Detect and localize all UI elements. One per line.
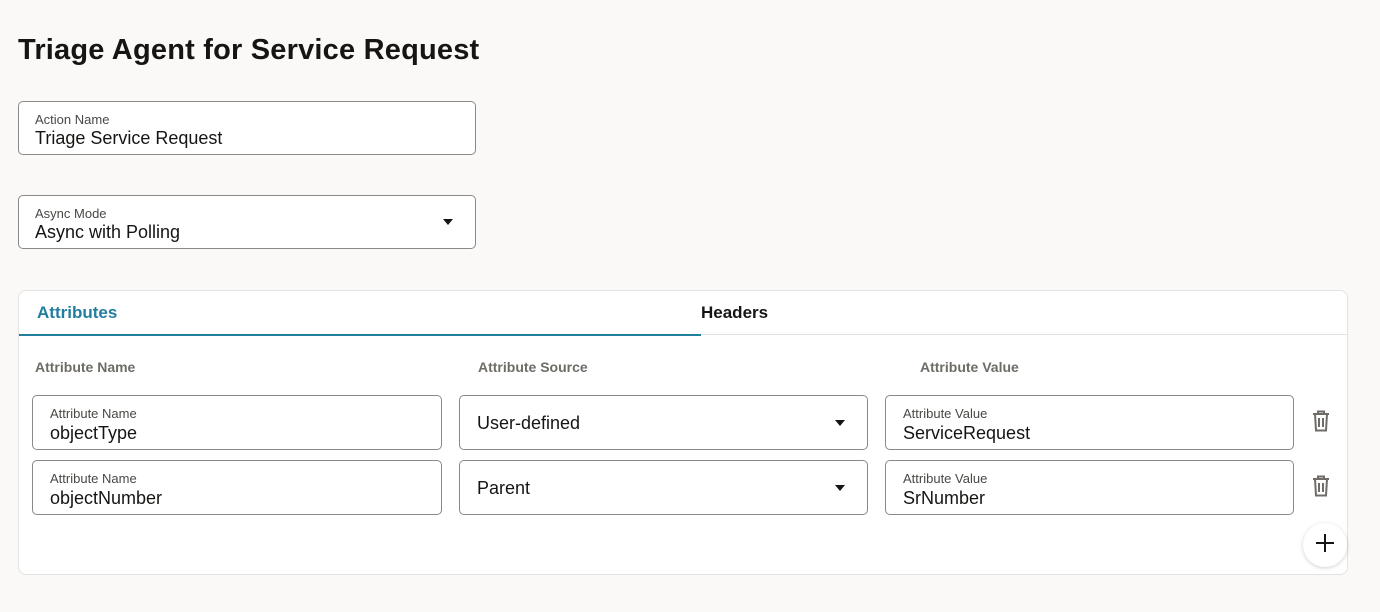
page-title: Triage Agent for Service Request <box>18 34 480 66</box>
attributes-panel: Attributes Headers Attribute Name Attrib… <box>18 290 1348 575</box>
action-name-field[interactable]: Action Name Triage Service Request <box>18 101 476 155</box>
column-header-attribute-source: Attribute Source <box>478 359 588 375</box>
attribute-name-value[interactable]: objectType <box>50 423 137 444</box>
tab-headers[interactable]: Headers <box>701 291 768 335</box>
trash-icon[interactable] <box>1310 409 1332 433</box>
attribute-source-select[interactable]: Parent <box>459 460 868 515</box>
async-mode-value: Async with Polling <box>35 222 181 242</box>
attribute-value-value[interactable]: ServiceRequest <box>903 423 1030 444</box>
tab-bar: Attributes Headers <box>19 291 1347 336</box>
async-mode-label: Async Mode <box>35 206 107 221</box>
async-mode-select[interactable]: Async Mode Async with Polling <box>18 195 476 249</box>
chevron-down-icon[interactable] <box>835 484 845 491</box>
add-attribute-button[interactable] <box>1303 523 1347 567</box>
attribute-name-label: Attribute Name <box>50 471 137 486</box>
attribute-value-value[interactable]: SrNumber <box>903 488 985 509</box>
attribute-name-value[interactable]: objectNumber <box>50 488 162 509</box>
attribute-source-value: User-defined <box>477 413 581 433</box>
attribute-source-select[interactable]: User-defined <box>459 395 868 450</box>
attribute-name-label: Attribute Name <box>50 406 137 421</box>
chevron-down-icon[interactable] <box>443 219 453 225</box>
action-name-value[interactable]: Triage Service Request <box>35 128 222 149</box>
plus-icon <box>1314 532 1336 559</box>
attribute-name-field[interactable]: Attribute Name objectNumber <box>32 460 442 515</box>
trash-icon[interactable] <box>1310 474 1332 498</box>
attribute-value-label: Attribute Value <box>903 406 988 421</box>
action-name-label: Action Name <box>35 112 110 127</box>
chevron-down-icon[interactable] <box>835 419 845 426</box>
column-header-attribute-name: Attribute Name <box>35 359 136 375</box>
column-header-attribute-value: Attribute Value <box>920 359 1019 375</box>
attribute-value-label: Attribute Value <box>903 471 988 486</box>
tab-attributes[interactable]: Attributes <box>19 291 701 336</box>
attribute-value-field[interactable]: Attribute Value SrNumber <box>885 460 1294 515</box>
attribute-source-value: Parent <box>477 478 531 498</box>
attribute-value-field[interactable]: Attribute Value ServiceRequest <box>885 395 1294 450</box>
attribute-name-field[interactable]: Attribute Name objectType <box>32 395 442 450</box>
